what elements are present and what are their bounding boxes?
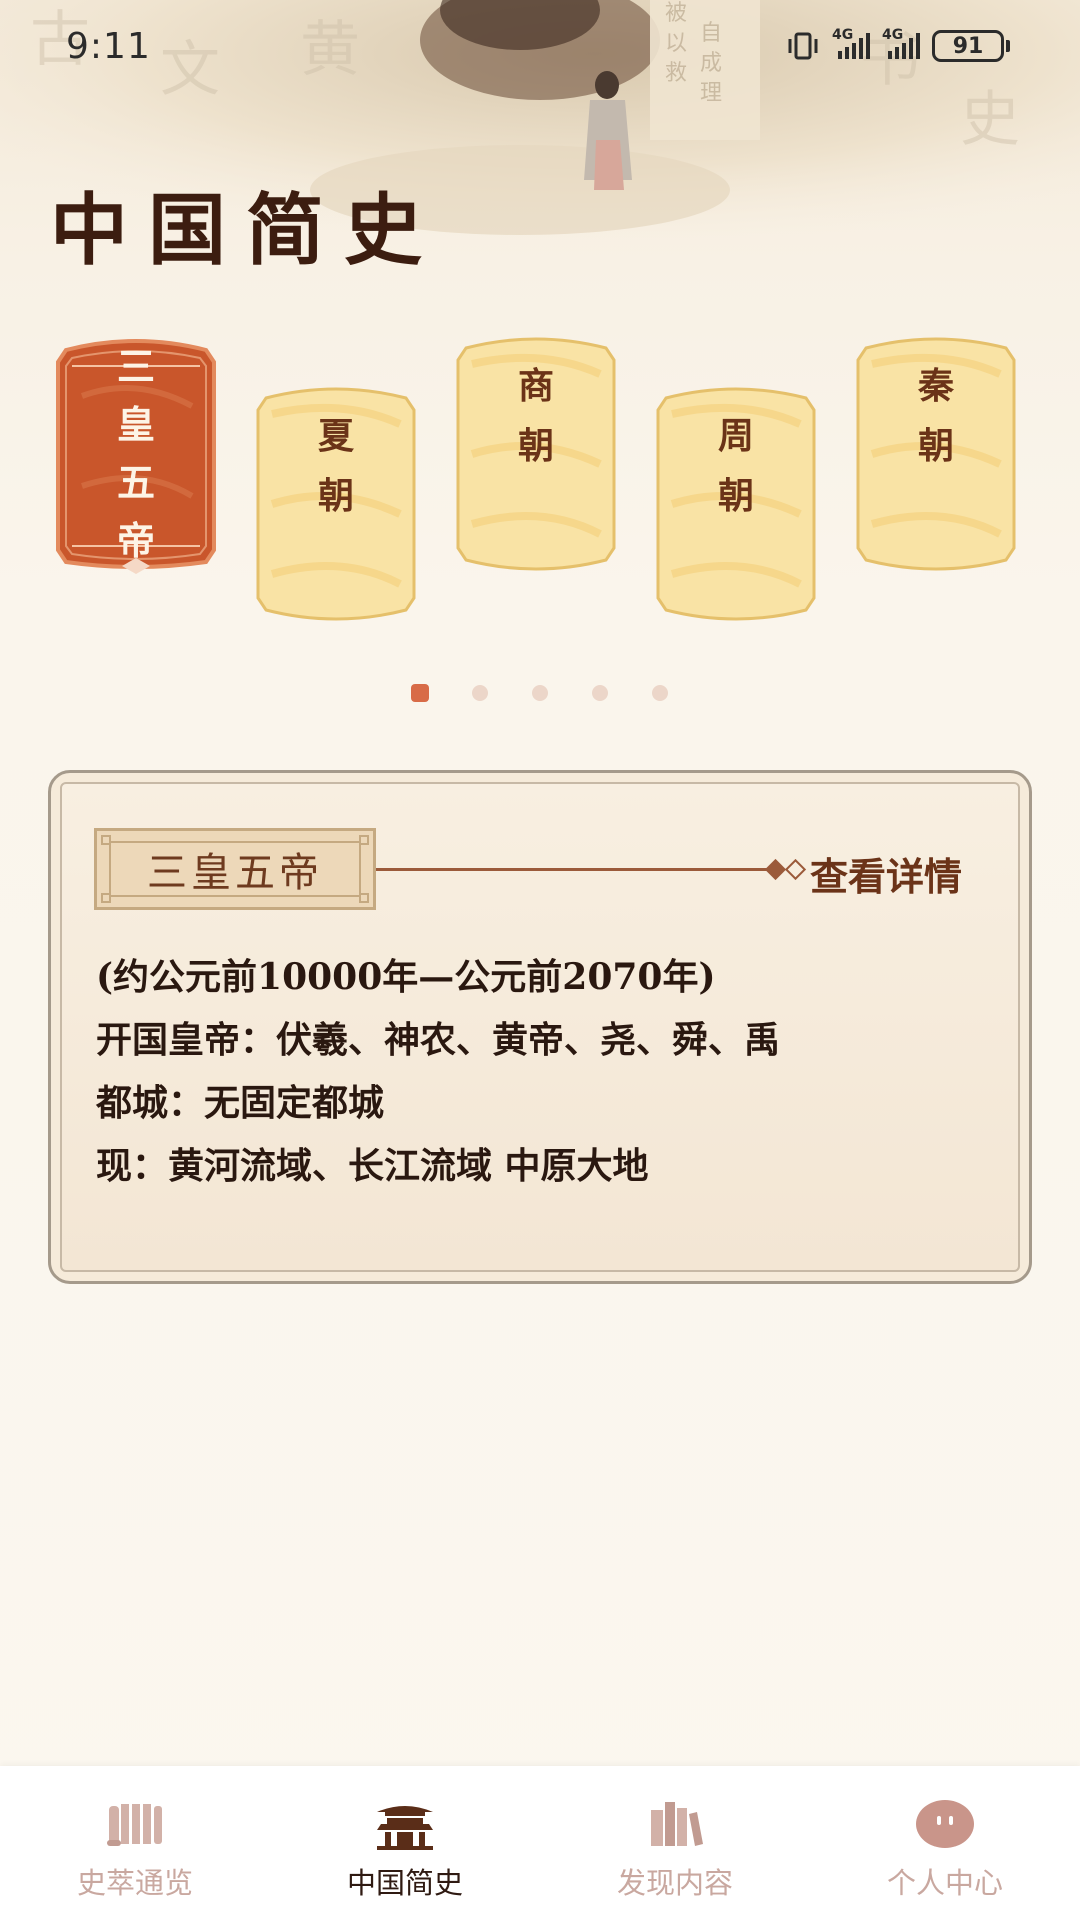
status-bar: 9:11 4G 4G 91 [0, 0, 1080, 100]
page-title: 中国简史 [50, 185, 443, 276]
info-period: (约公元前10000年—公元前2070年) [96, 956, 716, 998]
dynasty-name-tag: 三皇五帝 [94, 828, 376, 910]
view-details-link[interactable]: 查看详情 [810, 846, 962, 901]
face-bubble-icon [916, 1800, 974, 1848]
card-char: 商 [517, 365, 554, 407]
pager-dot[interactable] [652, 685, 668, 701]
pager-dots [0, 684, 1080, 704]
nav-label: 中国简史 [346, 1866, 463, 1900]
nav-overview[interactable]: 史萃通览 [0, 1766, 270, 1920]
card-char: 朝 [517, 425, 554, 467]
dynasty-card-zhou[interactable]: 周 朝 [652, 384, 820, 621]
dynasty-card-qin[interactable]: 秦 朝 [852, 334, 1020, 571]
battery-level: 91 [932, 30, 1004, 62]
card-char: 皇 [116, 402, 155, 447]
pager-dot-active[interactable] [411, 684, 429, 702]
signal-icon-1: 4G [832, 27, 870, 59]
dynasty-name: 三皇五帝 [109, 841, 361, 897]
network-label-1: 4G [832, 27, 854, 43]
dynasty-carousel[interactable]: 三 皇 五 帝 夏 朝 商 朝 周 朝 秦 朝 [0, 330, 1080, 630]
info-capital: 都城：无固定都城 [96, 1082, 385, 1124]
battery-icon: 91 [932, 30, 1010, 62]
card-char: 朝 [717, 475, 754, 517]
dynasty-detail-panel: 三皇五帝 查看详情 (约公元前10000年—公元前2070年) 开国皇帝：伏羲、… [48, 770, 1032, 1284]
pager-dot[interactable] [472, 685, 488, 701]
card-char: 朝 [917, 425, 954, 467]
dynasty-card-shang[interactable]: 商 朝 [452, 334, 620, 571]
card-char: 五 [116, 460, 155, 505]
card-char: 秦 [917, 365, 954, 407]
status-time: 9:11 [66, 26, 151, 67]
bottom-nav: 史萃通览 中国简史 发现内容 个人中心 [0, 1766, 1080, 1920]
books-icon [651, 1802, 703, 1846]
info-region: 现：黄河流域、长江流域 中原大地 [96, 1145, 649, 1187]
nav-brief-history[interactable]: 中国简史 [270, 1766, 540, 1920]
card-char: 周 [717, 415, 754, 457]
pager-dot[interactable] [532, 685, 548, 701]
network-label-2: 4G [882, 27, 904, 43]
nav-label: 史萃通览 [76, 1866, 193, 1900]
signal-icon-2: 4G [882, 27, 920, 59]
dynasty-info: (约公元前10000年—公元前2070年) 开国皇帝：伏羲、神农、黄帝、尧、舜、… [96, 946, 992, 1198]
dynasty-card-sanhuang-wudi[interactable]: 三 皇 五 帝 [52, 336, 220, 576]
pavilion-icon [377, 1806, 433, 1850]
nav-profile[interactable]: 个人中心 [810, 1766, 1080, 1920]
nav-label: 发现内容 [616, 1866, 733, 1900]
scroll-icon [107, 1804, 162, 1846]
card-char: 帝 [116, 518, 155, 563]
info-founders: 开国皇帝：伏羲、神农、黄帝、尧、舜、禹 [96, 1019, 781, 1061]
pager-dot[interactable] [592, 685, 608, 701]
status-icons: 4G 4G 91 [786, 27, 1010, 62]
vibrate-icon [788, 32, 818, 60]
card-char: 朝 [317, 475, 354, 517]
nav-discover[interactable]: 发现内容 [540, 1766, 810, 1920]
nav-label: 个人中心 [886, 1866, 1003, 1900]
screen: 被以救 自成理 古文黄 书史 9:11 4G 4G 91 中国简史 三 皇 五 … [0, 0, 1080, 1920]
card-char: 三 [116, 344, 155, 389]
divider-line [376, 868, 770, 871]
card-char: 夏 [317, 415, 354, 457]
dynasty-card-xia[interactable]: 夏 朝 [252, 384, 420, 621]
